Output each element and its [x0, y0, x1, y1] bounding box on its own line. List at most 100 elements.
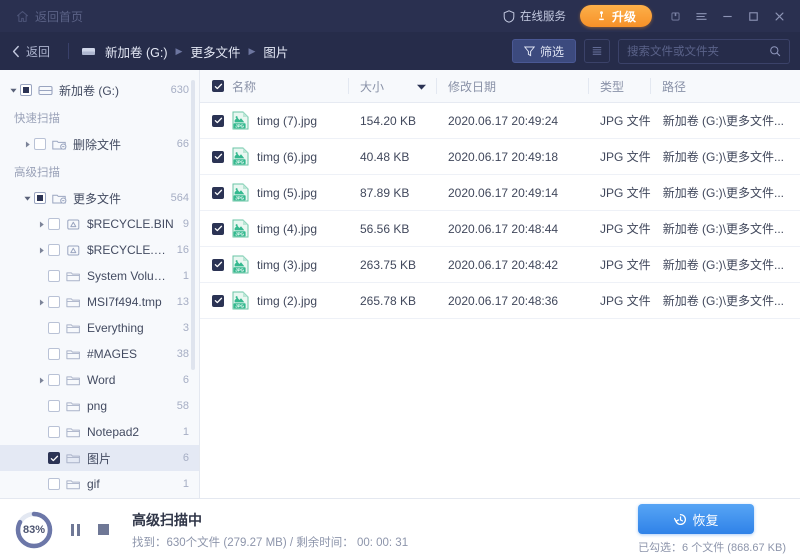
- search-icon[interactable]: [769, 45, 781, 57]
- sidebar-item-count: 9: [175, 218, 189, 230]
- sidebar-item-count: 1: [175, 270, 189, 282]
- tree-expander-icon[interactable]: [34, 377, 48, 384]
- column-header-name[interactable]: 名称: [200, 70, 348, 102]
- sidebar-item-count: 6: [175, 374, 189, 386]
- tree-checkbox[interactable]: [48, 452, 60, 464]
- tree-checkbox[interactable]: [48, 296, 60, 308]
- online-service-button[interactable]: 在线服务: [497, 5, 572, 27]
- cell-date: 2020.06.17 20:48:36: [436, 294, 558, 308]
- sidebar-item-everything[interactable]: Everything3: [0, 315, 199, 341]
- table-row[interactable]: JPGtimg (4).jpg56.56 KB2020.06.17 20:48:…: [200, 211, 800, 247]
- list-view-icon[interactable]: [584, 39, 610, 63]
- upgrade-button[interactable]: 升级: [580, 5, 652, 27]
- sidebar-item-label: #MAGES: [87, 347, 137, 361]
- tree-checkbox[interactable]: [34, 138, 46, 150]
- sidebar-item-label: 新加卷 (G:): [59, 82, 119, 99]
- cell-path: 新加卷 (G:)\更多文件...: [651, 294, 792, 308]
- tree-expander-icon[interactable]: [20, 195, 34, 202]
- tree-checkbox[interactable]: [48, 218, 60, 230]
- tree-checkbox[interactable]: [20, 84, 32, 96]
- progress-percent-label: 83%: [14, 510, 54, 550]
- tree-checkbox[interactable]: [48, 426, 60, 438]
- column-header-type[interactable]: 类型: [588, 70, 650, 102]
- sidebar-item-$recycle.bin[interactable]: $RECYCLE.BIN16: [0, 237, 199, 263]
- row-checkbox[interactable]: [212, 259, 224, 271]
- tree-checkbox[interactable]: [48, 322, 60, 334]
- tree-checkbox[interactable]: [48, 244, 60, 256]
- sidebar-scrollbar[interactable]: [191, 80, 195, 370]
- tree-checkbox[interactable]: [34, 192, 46, 204]
- select-all-checkbox[interactable]: [212, 80, 224, 92]
- sidebar-item-新加卷-g-[interactable]: 新加卷 (G:)630: [0, 77, 199, 103]
- stop-icon[interactable]: [96, 523, 110, 537]
- folder-icon: [66, 322, 81, 335]
- tree-checkbox[interactable]: [48, 478, 60, 490]
- table-row[interactable]: JPGtimg (6).jpg40.48 KB2020.06.17 20:49:…: [200, 139, 800, 175]
- table-row[interactable]: JPGtimg (7).jpg154.20 KB2020.06.17 20:49…: [200, 103, 800, 139]
- sidebar-item-label: Everything: [87, 321, 144, 335]
- breadcrumb-item-2[interactable]: 图片: [263, 42, 288, 61]
- column-header-date[interactable]: 修改日期: [436, 70, 588, 102]
- sidebar-item-system-volume-inf...[interactable]: System Volume Inf...1: [0, 263, 199, 289]
- sidebar-item-png[interactable]: png58: [0, 393, 199, 419]
- table-row[interactable]: JPGtimg (3).jpg263.75 KB2020.06.17 20:48…: [200, 247, 800, 283]
- sidebar-item-notepad2[interactable]: Notepad21: [0, 419, 199, 445]
- sidebar-item--mages[interactable]: #MAGES38: [0, 341, 199, 367]
- jpg-file-icon: JPG: [232, 219, 249, 238]
- column-header-size[interactable]: 大小: [348, 70, 436, 102]
- sidebar-item-word[interactable]: Word6: [0, 367, 199, 393]
- tree-checkbox[interactable]: [48, 374, 60, 386]
- tree-expander-icon[interactable]: [34, 221, 48, 228]
- home-icon: [16, 10, 29, 23]
- tree-expander-icon[interactable]: [20, 141, 34, 148]
- scan-status: 高级扫描中 找到：630个文件 (279.27 MB) / 剩余时间： 00: …: [132, 510, 408, 550]
- row-checkbox[interactable]: [212, 223, 224, 235]
- cell-path: 新加卷 (G:)\更多文件...: [651, 222, 792, 236]
- pause-icon[interactable]: [68, 523, 82, 537]
- tree-expander-icon[interactable]: [6, 87, 20, 94]
- row-checkbox[interactable]: [212, 187, 224, 199]
- tree-expander-icon[interactable]: [34, 247, 48, 254]
- tree-expander-icon[interactable]: [34, 299, 48, 306]
- footer-actions: 恢复 已勾选：6 个文件 (868.67 KB): [638, 504, 786, 555]
- sidebar-tree[interactable]: 新加卷 (G:)630快速扫描删除文件66高级扫描更多文件564$RECYCLE…: [0, 70, 200, 498]
- feedback-icon[interactable]: [664, 5, 686, 27]
- tree-checkbox[interactable]: [48, 270, 60, 282]
- sidebar-item-删除文件[interactable]: 删除文件66: [0, 131, 199, 157]
- file-list-panel: 名称 大小 修改日期 类型 路径 JPGtimg (7).j: [200, 70, 800, 498]
- row-checkbox[interactable]: [212, 115, 224, 127]
- recover-button[interactable]: 恢复: [638, 504, 754, 534]
- table-row[interactable]: JPGtimg (2).jpg265.78 KB2020.06.17 20:48…: [200, 283, 800, 319]
- cell-name: timg (4).jpg: [257, 222, 317, 236]
- column-header-path[interactable]: 路径: [650, 70, 800, 102]
- close-icon[interactable]: [768, 5, 790, 27]
- table-row[interactable]: JPGtimg (5).jpg87.89 KB2020.06.17 20:49:…: [200, 175, 800, 211]
- svg-text:JPG: JPG: [235, 303, 244, 308]
- breadcrumb-item-0[interactable]: 新加卷 (G:): [105, 42, 168, 61]
- menu-icon[interactable]: [690, 5, 712, 27]
- breadcrumb-item-1[interactable]: 更多文件: [190, 42, 240, 61]
- sort-descending-icon[interactable]: [417, 79, 426, 93]
- sidebar-item-更多文件[interactable]: 更多文件564: [0, 185, 199, 211]
- sidebar-item-count: 16: [169, 244, 189, 256]
- row-checkbox[interactable]: [212, 151, 224, 163]
- sidebar-item-gif[interactable]: gif1: [0, 471, 199, 497]
- tree-checkbox[interactable]: [48, 348, 60, 360]
- tree-checkbox[interactable]: [48, 400, 60, 412]
- filter-button[interactable]: 筛选: [512, 39, 576, 63]
- home-button[interactable]: 返回首页: [10, 5, 89, 28]
- maximize-icon[interactable]: [742, 5, 764, 27]
- sidebar-item-$recycle.bin[interactable]: $RECYCLE.BIN9: [0, 211, 199, 237]
- back-button[interactable]: 返回: [10, 40, 56, 63]
- sidebar-item-图片[interactable]: 图片6: [0, 445, 199, 471]
- breadcrumb-separator-icon: ▶: [176, 46, 183, 57]
- navbar-right-group: 筛选 搜索文件或文件夹: [512, 39, 790, 64]
- cell-path: 新加卷 (G:)\更多文件...: [651, 186, 792, 200]
- breadcrumb: 新加卷 (G:) ▶ 更多文件 ▶ 图片: [81, 42, 288, 61]
- cell-size: 265.78 KB: [348, 294, 416, 308]
- minimize-icon[interactable]: [716, 5, 738, 27]
- search-input[interactable]: 搜索文件或文件夹: [618, 39, 790, 64]
- column-header-name-label: 名称: [232, 78, 256, 95]
- sidebar-item-msi7f494.tmp[interactable]: MSI7f494.tmp13: [0, 289, 199, 315]
- row-checkbox[interactable]: [212, 295, 224, 307]
